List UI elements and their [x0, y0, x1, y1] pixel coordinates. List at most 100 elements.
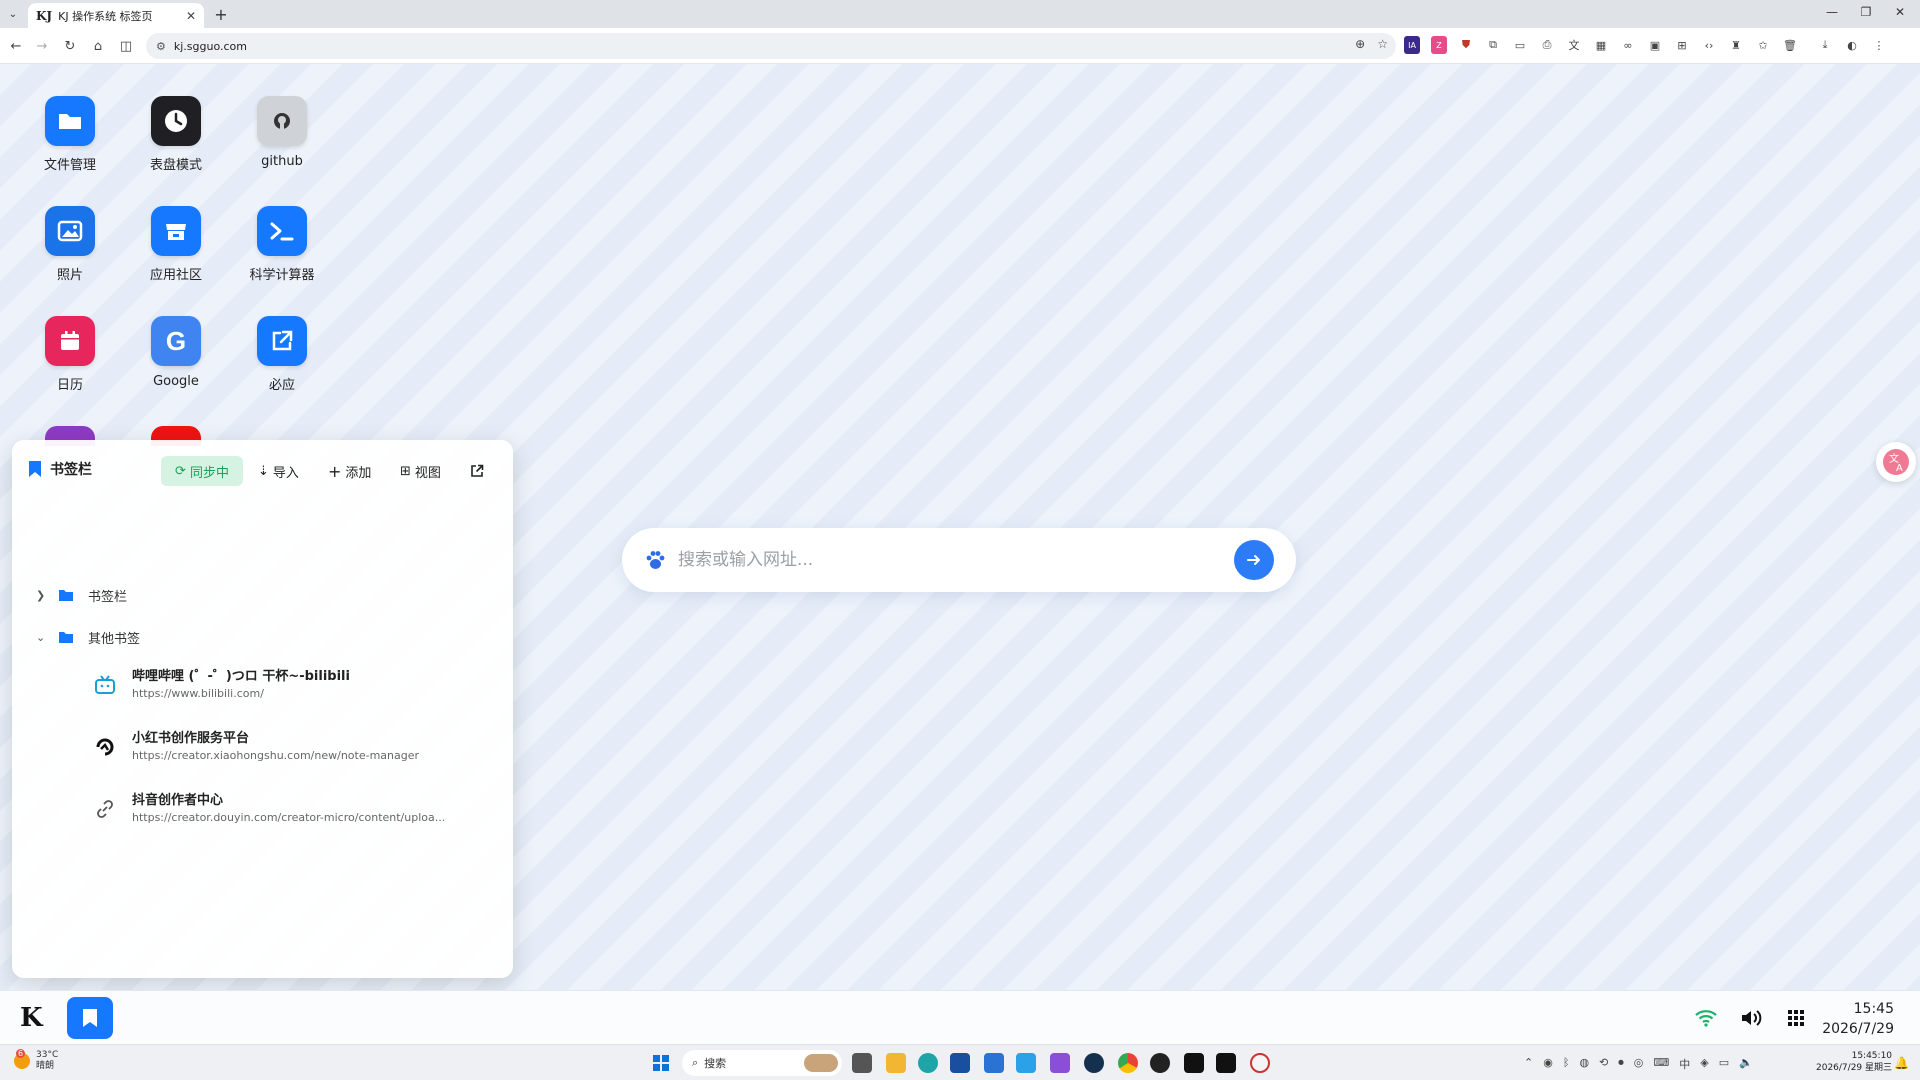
import-button[interactable]: ⇣ 导入: [258, 456, 299, 486]
download-icon[interactable]: ⤓: [1817, 36, 1833, 54]
app-google[interactable]: G Google: [131, 316, 221, 389]
app-calendar[interactable]: 日历: [25, 316, 115, 393]
translate-floating-button[interactable]: 文A: [1876, 442, 1916, 482]
cast-icon[interactable]: ▣: [1647, 36, 1663, 54]
reading-mode-icon[interactable]: ▭: [1512, 36, 1528, 54]
tab-list-chevron-icon[interactable]: ⌄: [4, 6, 22, 22]
new-tab-plus-icon[interactable]: +: [211, 4, 231, 24]
baidu-paw-icon[interactable]: [644, 549, 666, 571]
tab-close-icon[interactable]: ✕: [186, 9, 196, 23]
add-button[interactable]: + 添加: [328, 456, 371, 486]
bookmark-item[interactable]: 抖音创作者中心 https://creator.douyin.com/creat…: [92, 792, 445, 826]
bookmark-star-icon[interactable]: ☆: [1377, 37, 1388, 51]
bluetooth-icon[interactable]: ᛒ: [1563, 1056, 1570, 1072]
tray-qq-icon[interactable]: ◉: [1543, 1056, 1553, 1072]
os-dock: K 15:45 2026/7/29: [0, 990, 1920, 1044]
ime-icon[interactable]: 中: [1679, 1056, 1690, 1072]
visual-studio-icon[interactable]: [1050, 1053, 1070, 1073]
capcut-icon[interactable]: [1216, 1053, 1236, 1073]
qr-code-icon[interactable]: ▦: [1593, 36, 1609, 54]
devtools-code-icon[interactable]: ‹›: [1701, 36, 1717, 54]
view-button[interactable]: ⊞ 视图: [400, 456, 441, 486]
task-view-icon[interactable]: [852, 1053, 872, 1073]
microphone-icon[interactable]: ⏺: [1618, 1056, 1624, 1072]
bookmark-item[interactable]: 小红书创作服务平台 https://creator.xiaohongshu.co…: [92, 730, 419, 764]
table-icon[interactable]: ⊞: [1674, 36, 1690, 54]
dock-bookmark-button[interactable]: [67, 997, 113, 1039]
notification-bell-icon[interactable]: 🔔: [1894, 1056, 1909, 1070]
store-taskbar-icon[interactable]: [950, 1053, 970, 1073]
tray-antivirus-icon[interactable]: ◈: [1700, 1056, 1708, 1072]
folder-row-bookmarks-bar[interactable]: ❯ 书签栏: [36, 583, 127, 607]
link-share-icon[interactable]: ∞: [1620, 36, 1636, 54]
keyboard-icon[interactable]: ⌨: [1653, 1056, 1669, 1072]
favorites-icon[interactable]: ✩: [1755, 36, 1771, 54]
app-calculator[interactable]: 科学计算器: [237, 206, 327, 283]
edge-icon[interactable]: [918, 1053, 938, 1073]
app-clock-mode[interactable]: 表盘模式: [131, 96, 221, 173]
wifi-icon[interactable]: [1692, 1005, 1720, 1031]
extension-ia-icon[interactable]: IA: [1404, 36, 1420, 54]
extension-pink-icon[interactable]: Z: [1431, 36, 1447, 54]
app-photos[interactable]: 照片: [25, 206, 115, 283]
tray-sync-icon[interactable]: ⟲: [1599, 1056, 1608, 1072]
forward-arrow-icon[interactable]: →: [32, 36, 52, 56]
browser-menu-icon[interactable]: ⋮: [1871, 36, 1887, 54]
app-file-manager[interactable]: 文件管理: [25, 96, 115, 173]
reload-icon[interactable]: ↻: [60, 36, 80, 56]
speaker-icon[interactable]: 🔈: [1739, 1056, 1753, 1072]
vscode-icon[interactable]: [1016, 1053, 1036, 1073]
chevron-down-icon[interactable]: ⌄: [36, 631, 52, 644]
app-label: Google: [153, 374, 199, 389]
tray-wechat-icon[interactable]: ◎: [1634, 1056, 1644, 1072]
split-view-icon[interactable]: ◫: [116, 36, 136, 56]
steam-icon[interactable]: [1084, 1053, 1104, 1073]
zoom-icon[interactable]: ⊕: [1355, 37, 1365, 51]
app-bing[interactable]: 必应: [237, 316, 327, 393]
github-desktop-icon[interactable]: [1150, 1053, 1170, 1073]
bookmark-item[interactable]: 哔哩哔哩 (゜-゜)つロ 干杯~-bilibili https://www.bi…: [92, 668, 350, 702]
site-info-icon[interactable]: ⚙: [156, 40, 166, 53]
app-store[interactable]: 应用社区: [131, 206, 221, 283]
trash-icon[interactable]: 🗑: [1782, 36, 1798, 54]
tray-expand-chevron-icon[interactable]: ⌃: [1524, 1056, 1533, 1072]
search-submit-button[interactable]: [1234, 540, 1274, 580]
translate-page-icon[interactable]: 文: [1566, 36, 1582, 54]
print-icon[interactable]: ⎙: [1539, 36, 1555, 54]
network-icon[interactable]: ▭: [1719, 1056, 1729, 1072]
windows-clock[interactable]: 15:45:10 2026/7/29 星期三: [1816, 1050, 1892, 1074]
search-highlight-icon: [804, 1054, 838, 1072]
windows-search-box[interactable]: ⌕ 搜索: [682, 1050, 842, 1076]
app-github[interactable]: github: [237, 96, 327, 169]
folder-row-other-bookmarks[interactable]: ⌄ 其他书签: [36, 625, 140, 649]
back-arrow-icon[interactable]: ←: [6, 36, 26, 56]
dock-clock[interactable]: 15:45 2026/7/29: [1822, 999, 1894, 1039]
volume-icon[interactable]: [1738, 1005, 1766, 1031]
incognito-icon[interactable]: ♜: [1728, 36, 1744, 54]
extensions-puzzle-icon[interactable]: ⧉: [1485, 36, 1501, 54]
address-bar[interactable]: ⚙ kj.sgguo.com ⊕ ☆: [146, 33, 1396, 59]
chevron-right-icon[interactable]: ❯: [36, 589, 52, 602]
tray-app-icon[interactable]: ◍: [1579, 1056, 1589, 1072]
home-icon[interactable]: ⌂: [88, 36, 108, 56]
browser-tab[interactable]: KJ KJ 操作系统 标签页 ✕: [28, 3, 204, 28]
sync-button[interactable]: ⟳ 同步中: [161, 456, 243, 486]
weather-temp: 33°C: [36, 1050, 59, 1060]
weather-widget[interactable]: 6 33°C 晴朗: [14, 1049, 59, 1072]
qq-icon[interactable]: [1250, 1053, 1270, 1073]
outlook-icon[interactable]: [984, 1053, 1004, 1073]
windows-start-icon[interactable]: [653, 1055, 669, 1071]
open-external-button[interactable]: [470, 456, 484, 486]
profile-sync-icon[interactable]: ◐: [1844, 36, 1860, 54]
search-input[interactable]: [678, 550, 1218, 570]
grid-menu-icon[interactable]: [1782, 1005, 1810, 1031]
file-explorer-icon[interactable]: [886, 1053, 906, 1073]
restore-icon[interactable]: ❐: [1852, 2, 1880, 22]
chrome-icon[interactable]: [1118, 1053, 1138, 1073]
translate-icon: 文A: [1883, 449, 1909, 475]
terminal-app-icon[interactable]: [1184, 1053, 1204, 1073]
minimize-icon[interactable]: —: [1818, 2, 1846, 22]
os-logo-icon[interactable]: K: [20, 1003, 43, 1033]
extension-shield-icon[interactable]: ⛊: [1458, 36, 1474, 54]
close-window-icon[interactable]: ✕: [1886, 2, 1914, 22]
